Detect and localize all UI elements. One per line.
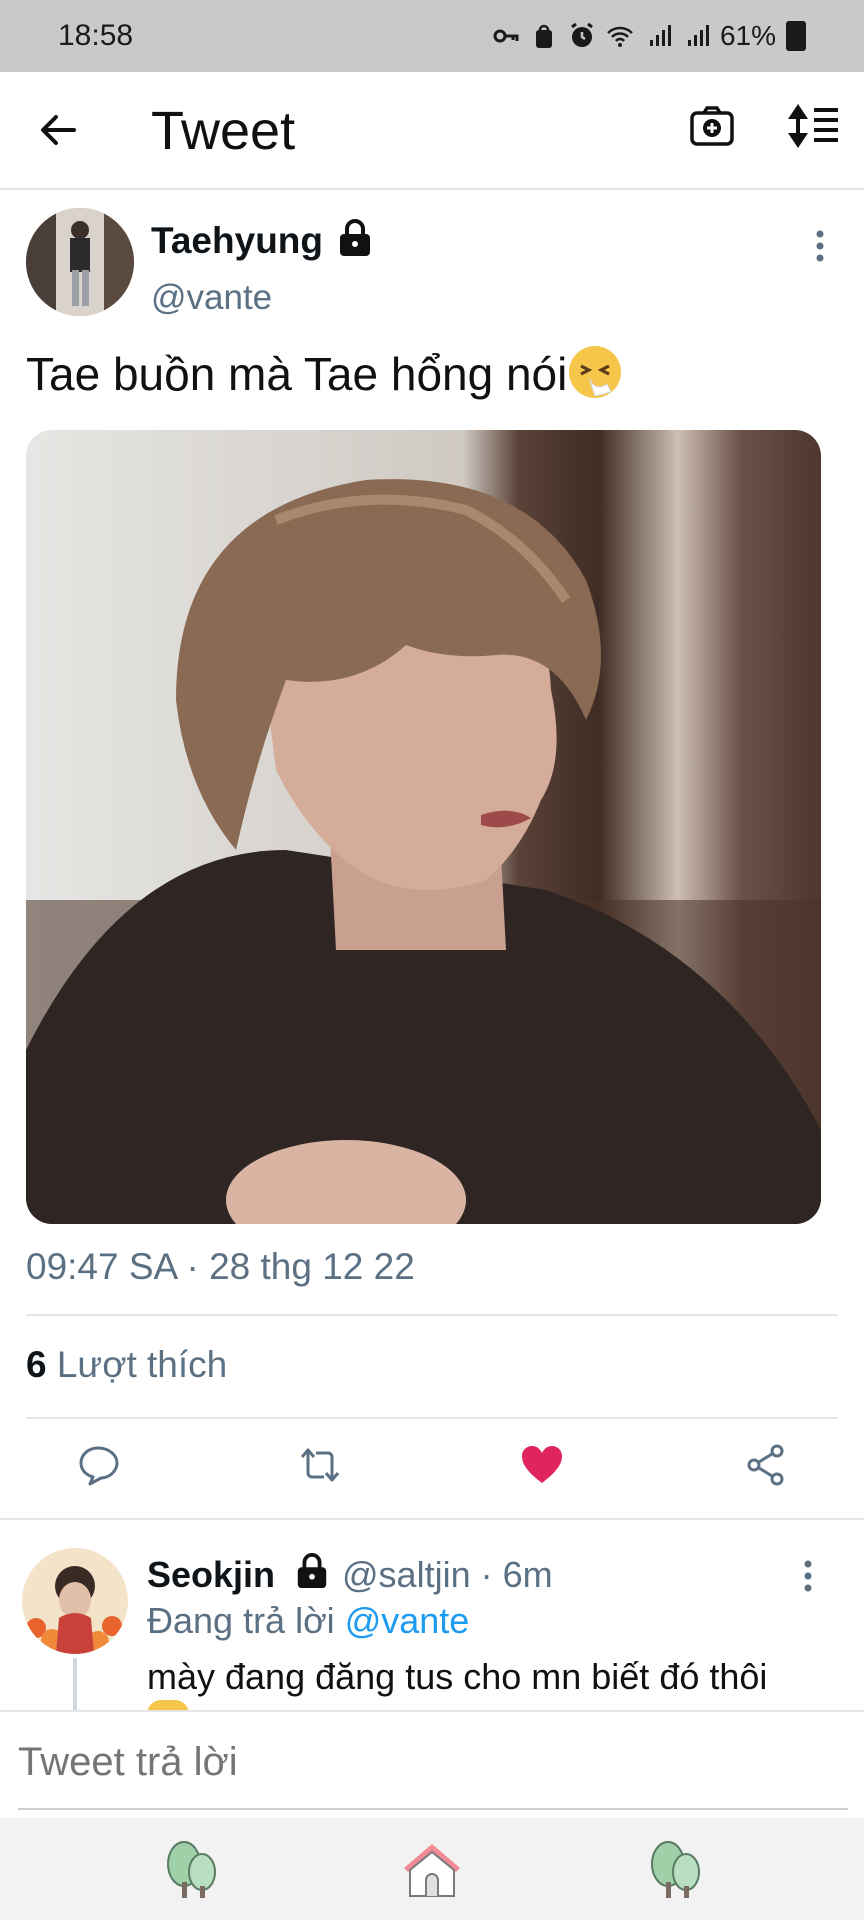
key-icon	[493, 29, 519, 43]
reply-text: mày đang đăng tus cho mn biết đó thôi	[147, 1656, 768, 1697]
likes-count: 6	[26, 1344, 47, 1385]
reply-author-name[interactable]: Seokjin	[147, 1554, 275, 1596]
lock-icon	[297, 1553, 327, 1589]
signal-icon	[687, 25, 709, 46]
reply-input[interactable]	[18, 1740, 818, 1785]
replying-to: Đang trả lời @vante	[147, 1600, 469, 1642]
likes-count-row[interactable]: 6 Lượt thích	[26, 1344, 227, 1386]
status-time: 18:58	[58, 19, 134, 52]
tweet-photo[interactable]	[26, 430, 821, 1224]
lock-icon	[340, 219, 370, 256]
reply-avatar[interactable]	[22, 1548, 128, 1654]
replying-prefix: Đang trả lời	[147, 1600, 335, 1641]
retweet-icon[interactable]	[298, 1443, 342, 1487]
reply-composer	[0, 1710, 864, 1814]
section-divider	[0, 1518, 864, 1520]
status-bar: 18:58 61%	[0, 0, 864, 72]
app-bar: Tweet	[0, 72, 864, 190]
signal-icon	[649, 25, 671, 46]
wifi-icon	[607, 26, 633, 47]
bottom-nav	[0, 1818, 864, 1920]
tree-icon[interactable]	[160, 1838, 224, 1902]
avatar[interactable]	[26, 208, 134, 316]
like-icon[interactable]	[520, 1443, 564, 1487]
more-vertical-icon[interactable]	[794, 1556, 822, 1596]
camera-icon[interactable]	[688, 102, 736, 150]
input-underline	[18, 1808, 848, 1810]
tree-icon[interactable]	[644, 1838, 708, 1902]
divider	[26, 1417, 838, 1419]
battery-percent: 61%	[719, 20, 776, 51]
replying-mention[interactable]: @vante	[345, 1600, 470, 1641]
likes-label: Lượt thích	[56, 1344, 228, 1385]
thread-line	[73, 1658, 77, 1712]
author-name[interactable]: Taehyung	[151, 220, 323, 262]
back-arrow-icon[interactable]	[34, 106, 82, 154]
status-icons: 61%	[492, 20, 806, 52]
page-title: Tweet	[151, 101, 296, 161]
tweet-timestamp: 09:47 SA · 28 thg 12 22	[26, 1246, 415, 1287]
share-icon[interactable]	[744, 1443, 788, 1487]
reply-handle-time[interactable]: @saltjin · 6m	[342, 1554, 553, 1596]
sneezing-face-icon	[569, 346, 622, 398]
bag-icon	[535, 24, 552, 48]
sort-icon[interactable]	[786, 102, 840, 150]
tweet-text-content: Tae buồn mà Tae hổng nói	[26, 348, 568, 400]
house-icon[interactable]	[400, 1838, 464, 1902]
reply-icon[interactable]	[76, 1443, 120, 1487]
divider	[26, 1314, 838, 1316]
tweet-text: Tae buồn mà Tae hổng nói	[26, 346, 622, 401]
alarm-icon	[571, 22, 593, 47]
more-vertical-icon[interactable]	[806, 226, 834, 266]
battery-icon	[786, 21, 806, 51]
author-handle[interactable]: @vante	[151, 278, 272, 318]
